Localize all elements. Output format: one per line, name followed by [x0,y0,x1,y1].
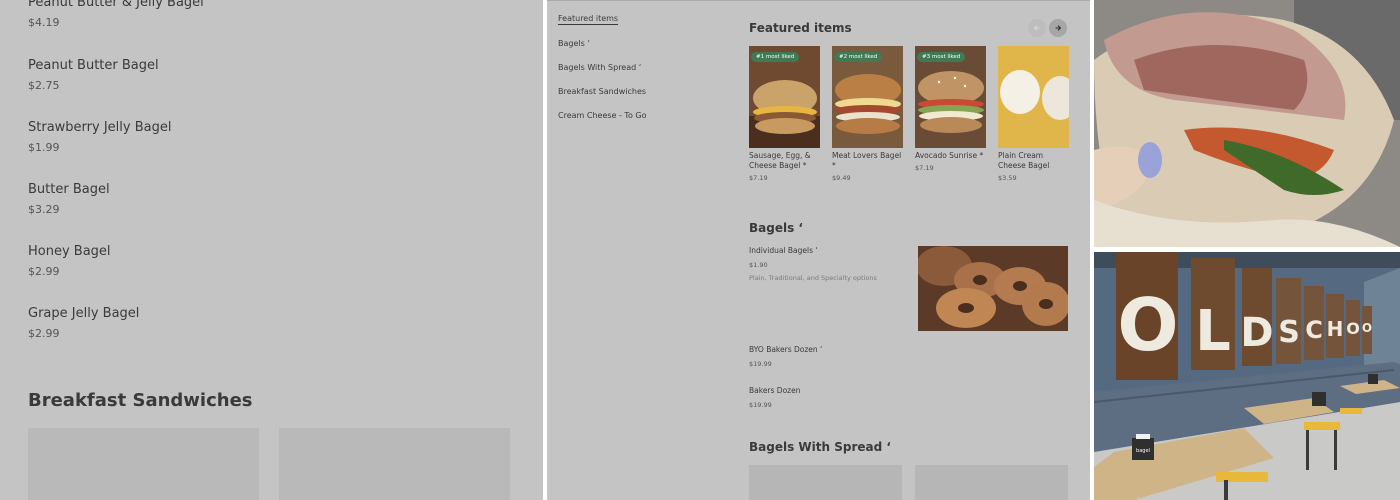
item-description: Plain, Traditional, and Specialty option… [749,274,877,282]
divider [547,0,1090,1]
most-liked-badge: #3 most liked [917,52,966,62]
menu-item[interactable]: Butter Bagel $3.29 [28,182,110,216]
item-price: $7.19 [749,174,768,182]
nav-breakfast-sandwiches[interactable]: Breakfast Sandwiches [558,87,646,96]
item-name: Plain Cream Cheese Bagel [998,151,1050,170]
menu-item[interactable]: BYO Bakers Dozen ‘ $19.99 [749,345,822,368]
most-liked-badge: #1 most liked [751,52,800,62]
menu-item[interactable]: Grape Jelly Bagel $2.99 [28,306,139,340]
featured-item-card[interactable]: #1 most liked Sausage, Egg, & Cheese Bag… [749,46,820,182]
item-name: Grape Jelly Bagel [28,306,140,321]
featured-item-card[interactable]: #3 most liked Avocado Sunrise * $7.19 [915,46,986,172]
bagels-with-spread-heading: Bagels With Spread ‘ [749,440,891,454]
item-name: Peanut Butter Bagel [28,58,159,73]
item-price: $19.99 [749,360,772,368]
menu-item[interactable]: Honey Bagel $2.99 [28,244,111,278]
food-image: #2 most liked [832,46,903,148]
carousel-prev-button[interactable] [1028,19,1046,37]
food-image: #3 most liked [915,46,986,148]
item-name: Meat Lovers Bagel * [832,151,902,170]
bagels-image[interactable] [918,246,1068,331]
item-name: Butter Bagel [28,182,110,197]
sign-letter-o: O [1117,283,1178,367]
item-price: $1.99 [28,141,60,154]
menu-item[interactable]: Peanut Butter Bagel $2.75 [28,58,159,92]
sign-letter-o2: O [1346,319,1360,338]
sign-letter-l: L [1195,299,1231,364]
item-card-placeholder[interactable] [749,465,902,500]
sign-letter-s: S [1278,315,1300,350]
carousel-next-button[interactable] [1049,19,1067,37]
item-price: $4.19 [28,16,60,29]
item-name: BYO Bakers Dozen ‘ [749,345,823,354]
item-name: Peanut Butter & Jelly Bagel [28,0,204,10]
item-price: $19.99 [749,401,772,409]
nav-cream-cheese[interactable]: Cream Cheese - To Go [558,111,646,120]
arrow-left-icon [1033,25,1040,31]
nav-bagels[interactable]: Bagels ‘ [558,39,590,48]
menu-item[interactable]: Strawberry Jelly Bagel $1.99 [28,120,171,154]
nav-featured-items[interactable]: Featured items [558,14,619,25]
item-name: Bakers Dozen [749,386,801,395]
item-price: $3.59 [998,174,1017,182]
menu-item[interactable]: Peanut Butter & Jelly Bagel $4.19 [28,0,204,29]
item-price: $7.19 [915,164,934,172]
menu-list-panel: Peanut Butter & Jelly Bagel $4.19 Peanut… [0,0,543,500]
item-name: Honey Bagel [28,244,111,259]
nav-bagels-with-spread[interactable]: Bagels With Spread ‘ [558,63,641,72]
section-title: Breakfast Sandwiches [28,390,253,411]
store-menu-panel: Featured items Bagels ‘ Bagels With Spre… [547,0,1090,500]
most-liked-badge: #2 most liked [834,52,883,62]
sandwich-photo [1094,0,1400,247]
item-card-placeholder[interactable] [28,428,259,500]
item-name: Individual Bagels ‘ [749,246,818,255]
item-price: $2.75 [28,79,60,92]
sign-letter-c: C [1305,316,1323,344]
food-image: #1 most liked [749,46,820,148]
item-price: $2.99 [28,327,60,340]
item-price: $2.99 [28,265,60,278]
arrow-right-icon [1055,25,1062,31]
item-price: $1.90 [749,261,768,269]
menu-item[interactable]: Bakers Dozen $19.99 [749,386,800,409]
bagels-heading: Bagels ‘ [749,221,803,235]
item-name: Avocado Sunrise * [915,151,984,160]
item-price: $9.49 [832,174,851,182]
sign-letter-o3: O [1362,321,1372,335]
restaurant-interior-photo: O L D S C H O O bagel [1094,252,1400,500]
item-card-placeholder[interactable] [915,465,1068,500]
item-price: $3.29 [28,203,60,216]
napkin-label: bagel [1136,448,1150,454]
sign-letter-h: H [1327,317,1344,341]
menu-item[interactable]: Individual Bagels ‘ $1.90 Plain, Traditi… [749,246,877,282]
featured-item-card[interactable]: #2 most liked Meat Lovers Bagel * $9.49 [832,46,903,182]
item-card-placeholder[interactable] [279,428,510,500]
food-image [998,46,1069,148]
featured-item-card[interactable]: Plain Cream Cheese Bagel $3.59 [998,46,1069,182]
item-name: Sausage, Egg, & Cheese Bagel * [749,151,811,170]
item-name: Strawberry Jelly Bagel [28,120,172,135]
featured-heading: Featured items [749,21,852,35]
sign-letter-d: D [1240,310,1273,356]
